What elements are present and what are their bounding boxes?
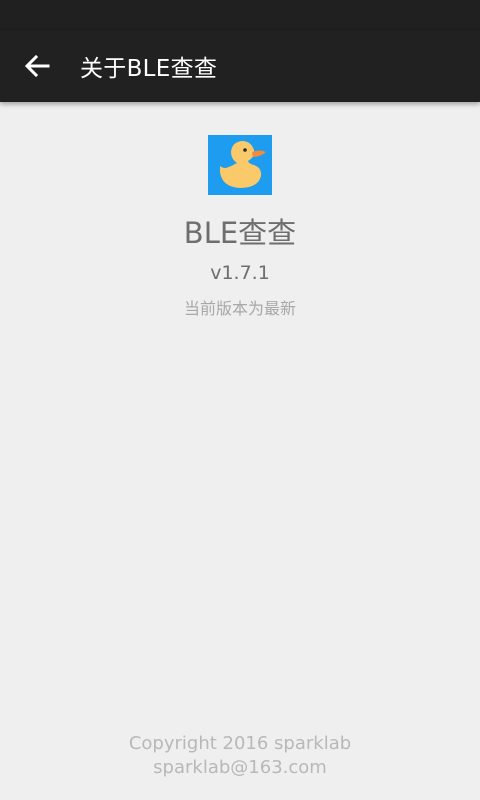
app-icon: [208, 135, 272, 195]
status-bar: [0, 0, 480, 30]
back-button[interactable]: [0, 30, 74, 102]
update-status: 当前版本为最新: [183, 299, 296, 318]
copyright-text: Copyright 2016 sparklab: [128, 733, 352, 754]
app-name: BLE查查: [183, 216, 297, 250]
version-label: v1.7.1: [210, 262, 270, 284]
about-content: BLE查查 v1.7.1 当前版本为最新 Copyright 2016 spar…: [0, 102, 480, 800]
duck-icon: [220, 141, 266, 188]
contact-email: sparklab@163.com: [153, 757, 327, 778]
footer: Copyright 2016 sparklab sparklab@163.com: [0, 732, 480, 780]
app-bar: 关于BLE查查: [0, 30, 480, 102]
page-title: 关于BLE查查: [80, 56, 218, 82]
arrow-left-icon: [24, 55, 50, 77]
